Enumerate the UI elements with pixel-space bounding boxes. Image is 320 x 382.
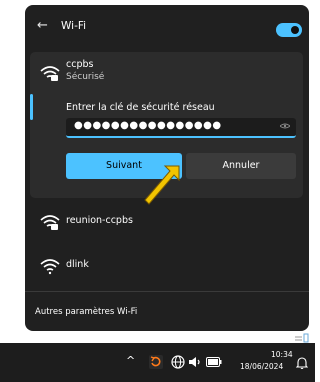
- refresh-icon[interactable]: [148, 354, 164, 370]
- more-wifi-settings-link[interactable]: Autres paramètres Wi-Fi: [35, 307, 137, 317]
- wifi-header: ← Wi-Fi: [25, 5, 309, 51]
- wifi-toggle[interactable]: [276, 23, 302, 37]
- wifi-icon: [40, 259, 60, 275]
- network-name: dlink: [66, 259, 89, 270]
- back-arrow-icon[interactable]: ←: [37, 18, 48, 33]
- notification-bell-icon[interactable]: [296, 356, 308, 370]
- wifi-secured-icon: [40, 66, 60, 81]
- clock-date[interactable]: 18/06/2024: [240, 362, 283, 371]
- battery-icon[interactable]: [206, 357, 222, 367]
- window-edge-icon: [295, 333, 309, 343]
- cancel-button[interactable]: Annuler: [186, 153, 296, 179]
- wifi-secured-icon: [40, 215, 60, 230]
- toggle-knob: [291, 26, 299, 34]
- selection-accent-bar: [30, 94, 33, 120]
- security-key-label: Entrer la clé de sécurité réseau: [66, 102, 215, 113]
- network-status: Sécurisé: [66, 72, 105, 82]
- chevron-up-icon[interactable]: ^: [126, 354, 135, 367]
- panel-title: Wi-Fi: [61, 20, 87, 32]
- eye-icon[interactable]: [280, 123, 290, 129]
- password-mask: ●●●●●●●●●●●●●●●●: [74, 120, 222, 131]
- network-name: ccpbs: [66, 59, 94, 70]
- network-row-dlink[interactable]: dlink: [30, 243, 303, 287]
- network-name: reunion-ccpbs: [66, 215, 133, 226]
- clock-time[interactable]: 10:34: [271, 350, 293, 359]
- footer-divider: [25, 291, 309, 292]
- globe-icon[interactable]: [170, 354, 186, 370]
- security-key-input[interactable]: ●●●●●●●●●●●●●●●●: [66, 118, 296, 138]
- mouse-cursor-icon: [144, 165, 180, 205]
- speaker-icon[interactable]: [188, 356, 202, 368]
